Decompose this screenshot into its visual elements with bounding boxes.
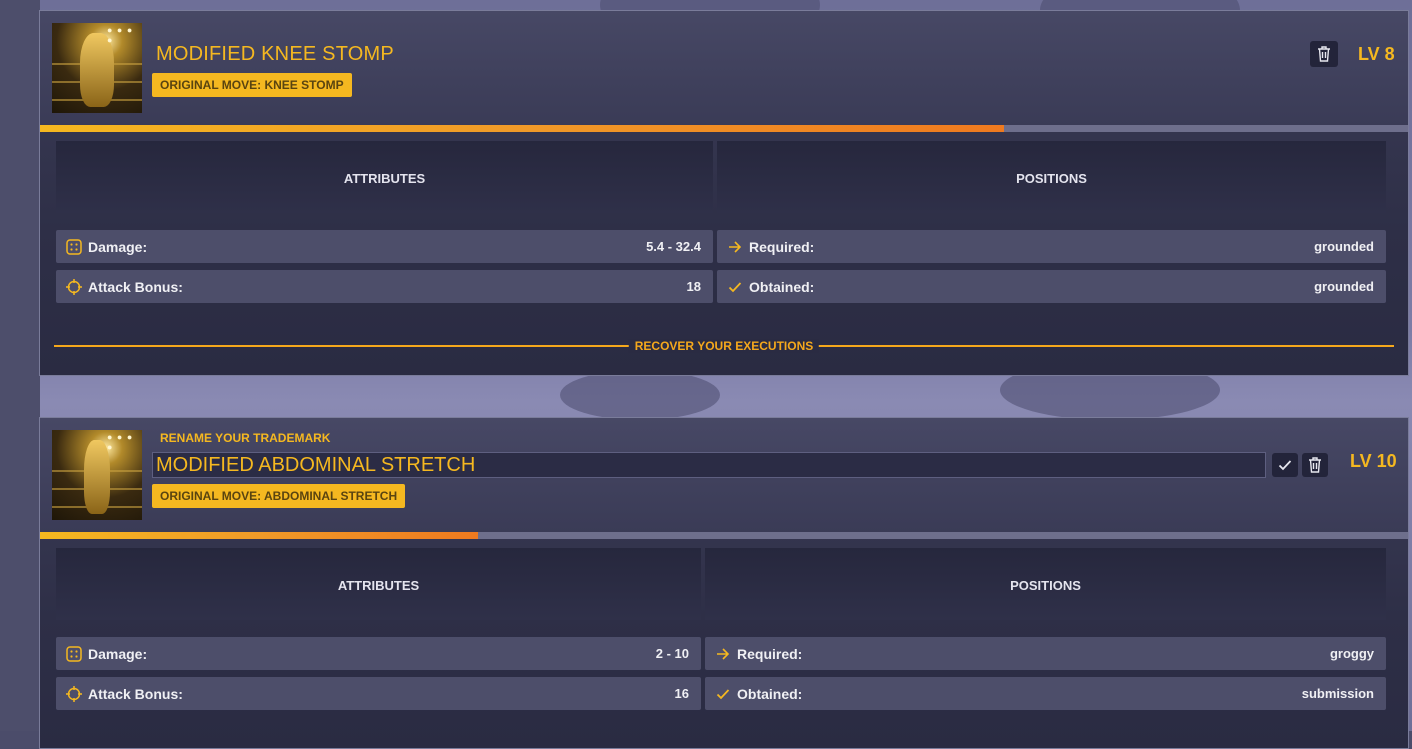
confirm-rename-button[interactable] (1272, 453, 1298, 477)
check-icon (715, 686, 731, 702)
move-card-header: ● ● ● ● RENAME YOUR TRADEMARK LV 10 ORIG… (40, 418, 1408, 534)
attack-bonus-value: 16 (674, 686, 689, 701)
attributes-panel: ATTRIBUTES (56, 141, 713, 213)
attributes-header: ATTRIBUTES (343, 171, 426, 186)
recover-executions-divider: RECOVER YOUR EXECUTIONS (54, 339, 1394, 353)
obtained-position-row: Obtained: grounded (717, 270, 1386, 303)
arrow-right-icon (727, 239, 743, 255)
damage-row: Damage: 5.4 - 32.4 (56, 230, 713, 263)
move-thumbnail: ● ● ● ● (52, 23, 142, 113)
damage-label: Damage: (88, 645, 148, 662)
xp-progress-bar (40, 532, 1408, 539)
attack-bonus-row: Attack Bonus: 16 (56, 677, 701, 710)
positions-panel: POSITIONS (705, 548, 1386, 620)
rename-trademark-input[interactable] (152, 452, 1266, 478)
obtained-position-row: Obtained: submission (705, 677, 1386, 710)
crosshair-icon (66, 278, 82, 295)
check-icon (727, 279, 743, 295)
crosshair-icon (66, 685, 82, 702)
damage-row: Damage: 2 - 10 (56, 637, 701, 670)
move-card-abdominal-stretch: ● ● ● ● RENAME YOUR TRADEMARK LV 10 ORIG… (39, 417, 1409, 749)
obtained-value: submission (1301, 686, 1374, 701)
page-gutter (0, 0, 40, 731)
attack-bonus-label: Attack Bonus: (88, 685, 183, 702)
xp-progress-fill (40, 532, 478, 539)
attack-bonus-value: 18 (686, 279, 701, 294)
move-card-knee-stomp: ● ● ● ● MODIFIED KNEE STOMP ORIGINAL MOV… (39, 10, 1409, 376)
positions-header: POSITIONS (1016, 171, 1087, 186)
original-move-badge: ORIGINAL MOVE: KNEE STOMP (152, 73, 352, 97)
damage-value: 2 - 10 (655, 646, 689, 661)
damage-value: 5.4 - 32.4 (646, 239, 701, 254)
level-label: LV 10 (1350, 451, 1397, 471)
attributes-panel: ATTRIBUTES (56, 548, 701, 620)
check-icon (1278, 460, 1292, 471)
dice-icon (66, 645, 82, 662)
original-move-badge: ORIGINAL MOVE: ABDOMINAL STRETCH (152, 484, 406, 508)
required-position-row: Required: grounded (717, 230, 1386, 263)
dice-icon (66, 238, 82, 255)
required-label: Required: (737, 645, 803, 662)
required-position-row: Required: groggy (705, 637, 1386, 670)
positions-header: POSITIONS (1010, 578, 1081, 593)
attack-bonus-row: Attack Bonus: 18 (56, 270, 713, 303)
rename-trademark-label: RENAME YOUR TRADEMARK (160, 431, 331, 445)
damage-label: Damage: (88, 238, 148, 255)
delete-button[interactable] (1310, 41, 1338, 67)
arrow-right-icon (715, 646, 731, 662)
obtained-label: Obtained: (749, 278, 815, 295)
attack-bonus-label: Attack Bonus: (88, 278, 183, 295)
move-title[interactable]: MODIFIED KNEE STOMP (156, 43, 394, 66)
obtained-value: grounded (1314, 279, 1374, 294)
trash-icon (1309, 457, 1321, 473)
required-value: grounded (1314, 239, 1374, 254)
delete-button[interactable] (1302, 453, 1328, 477)
xp-progress-bar (40, 125, 1408, 132)
recover-executions-link[interactable]: RECOVER YOUR EXECUTIONS (628, 339, 820, 353)
required-value: groggy (1329, 646, 1374, 661)
positions-panel: POSITIONS (717, 141, 1386, 213)
xp-progress-fill (40, 125, 1005, 132)
obtained-label: Obtained: (737, 685, 803, 702)
level-label: LV 8 (1358, 44, 1395, 64)
move-card-header: ● ● ● ● MODIFIED KNEE STOMP ORIGINAL MOV… (40, 11, 1408, 127)
required-label: Required: (749, 238, 815, 255)
move-thumbnail: ● ● ● ● (52, 430, 142, 520)
trash-icon (1318, 46, 1330, 62)
attributes-header: ATTRIBUTES (337, 578, 420, 593)
